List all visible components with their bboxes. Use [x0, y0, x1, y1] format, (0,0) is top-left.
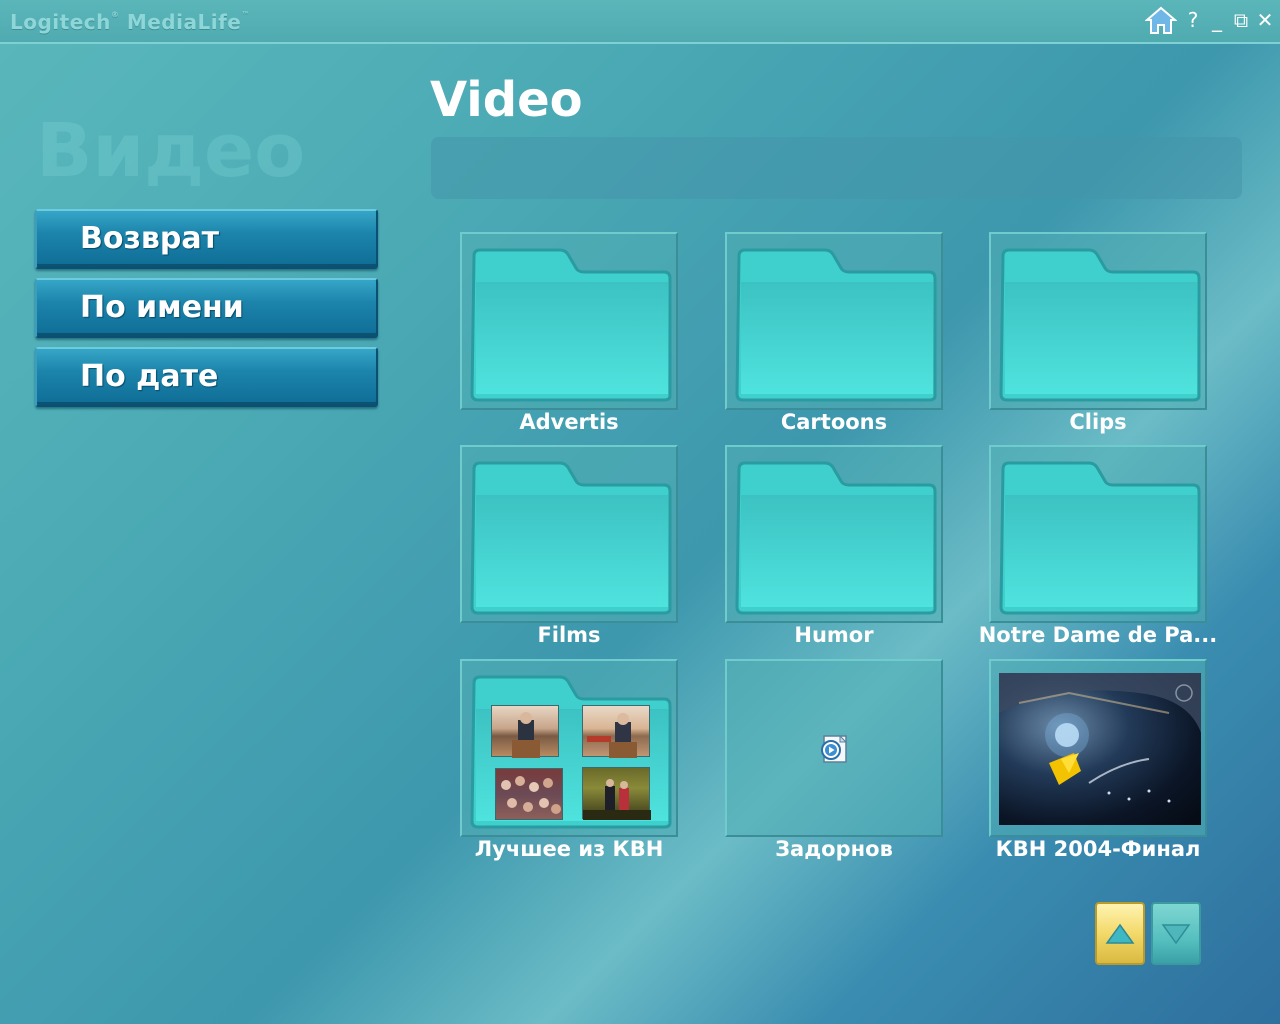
- help-button[interactable]: ?: [1182, 6, 1204, 34]
- tile-frame: [460, 445, 678, 623]
- folder-tile[interactable]: Cartoons: [725, 232, 943, 434]
- video-thumbnail: [582, 705, 650, 758]
- tile-frame: [725, 232, 943, 410]
- minimize-button[interactable]: _: [1206, 6, 1228, 34]
- video-thumbnail: [582, 767, 651, 820]
- close-button[interactable]: ✕: [1254, 6, 1276, 34]
- tile-frame: [989, 659, 1207, 837]
- tile-label: Cartoons: [780, 410, 888, 434]
- title-bar: Logitech® MediaLife™ ? _ ⧉ ✕: [0, 0, 1280, 44]
- tile-frame: [989, 445, 1207, 623]
- tile-label: Films: [537, 623, 601, 647]
- tile-label: Clips: [1069, 410, 1127, 434]
- triangle-down-icon: [1161, 923, 1191, 944]
- video-file-icon: [821, 734, 848, 763]
- tile-label: Лучшее из КВН: [474, 837, 664, 861]
- scroll-controls: [1095, 902, 1201, 965]
- tile-label: Notre Dame de Pa...: [978, 623, 1218, 647]
- media-grid: Advertis Cartoons Clips Films Humor Notr…: [460, 232, 1217, 872]
- sort-by-name-button[interactable]: По имени: [35, 278, 378, 338]
- folder-tile[interactable]: Clips: [989, 232, 1207, 434]
- window-controls: ? _ ⧉ ✕: [1142, 4, 1276, 36]
- video-thumbnail: [495, 768, 563, 820]
- folder-icon: [735, 248, 937, 402]
- sidebar-menu: Возврат По имени По дате: [35, 209, 378, 416]
- tile-frame: [725, 659, 943, 837]
- app-brand: Logitech® MediaLife™: [10, 10, 250, 34]
- section-watermark: Видео: [36, 108, 306, 194]
- triangle-up-icon: [1105, 923, 1135, 944]
- tile-frame: [460, 659, 678, 837]
- folder-icon: [735, 461, 937, 615]
- restore-button[interactable]: ⧉: [1230, 6, 1252, 34]
- folder-icon: [470, 461, 672, 615]
- folder-tile[interactable]: Advertis: [460, 232, 678, 434]
- scroll-up-button[interactable]: [1095, 902, 1145, 965]
- brand-trademark-mark: ™: [241, 10, 250, 19]
- brand-registered-mark: ®: [110, 10, 120, 19]
- sort-by-date-button[interactable]: По дате: [35, 347, 378, 407]
- brand-product: MediaLife: [126, 10, 242, 34]
- page-title: Video: [430, 72, 583, 128]
- folder-tile[interactable]: Notre Dame de Pa...: [979, 445, 1217, 647]
- tile-frame: [989, 232, 1207, 410]
- video-file-tile[interactable]: Задорнов: [725, 659, 943, 861]
- tile-label: Advertis: [519, 410, 619, 434]
- folder-icon: [999, 248, 1201, 402]
- folder-icon: [999, 461, 1201, 615]
- brand-name: Logitech: [10, 10, 111, 34]
- folder-tile[interactable]: Лучшее из КВН: [460, 659, 678, 861]
- home-button[interactable]: [1142, 6, 1180, 34]
- tile-frame: [725, 445, 943, 623]
- video-preview-image: [999, 673, 1201, 825]
- tile-label: КВН 2004-Финал: [995, 837, 1201, 861]
- folder-tile[interactable]: Humor: [725, 445, 943, 647]
- path-bar: [431, 137, 1242, 199]
- folder-icon: [470, 248, 672, 402]
- video-thumbnail: [491, 705, 559, 758]
- tile-frame: [460, 232, 678, 410]
- home-icon: [1145, 6, 1177, 34]
- tile-label: Задорнов: [775, 837, 893, 861]
- tile-label: Humor: [794, 623, 874, 647]
- folder-tile[interactable]: Films: [460, 445, 678, 647]
- back-button[interactable]: Возврат: [35, 209, 378, 269]
- scroll-down-button[interactable]: [1151, 902, 1201, 965]
- video-thumbnail-tile[interactable]: КВН 2004-Финал: [989, 659, 1207, 861]
